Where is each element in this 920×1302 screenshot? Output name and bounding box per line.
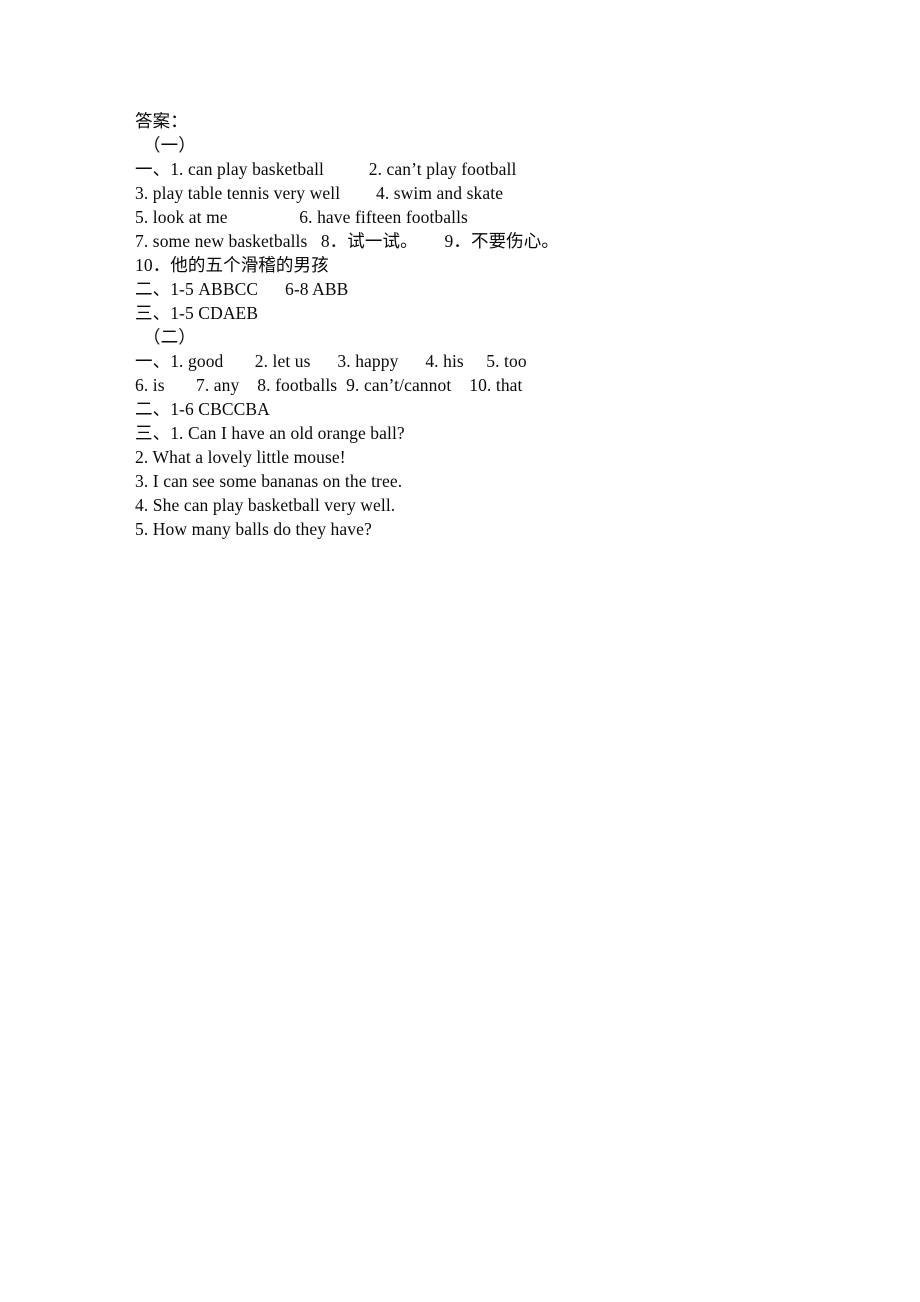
- page-blank-area: [135, 541, 835, 1291]
- section-heading-one: （一）: [143, 135, 196, 155]
- answer-line: 10．他的五个滑稽的男孩: [135, 255, 329, 275]
- answer-line: 3. play table tennis very well 4. swim a…: [135, 183, 504, 203]
- answer-line: 二、1-6 CBCCBA: [135, 399, 270, 419]
- document-page: 答案： （一） 一、1. can play basketball 2. can’…: [0, 0, 920, 1302]
- section-heading-two: （二）: [143, 327, 196, 347]
- answer-line: 三、1. Can I have an old orange ball?: [135, 423, 405, 443]
- answer-line: 5. look at me 6. have fifteen footballs: [135, 207, 468, 227]
- answer-line: 6. is 7. any 8. footballs 9. can’t/canno…: [135, 375, 523, 395]
- answer-line: 三、1-5 CDAEB: [135, 303, 259, 323]
- answer-line: 二、1-5 ABBCC 6-8 ABB: [135, 279, 349, 299]
- answer-line: 7. some new basketballs 8．试一试。 9．不要伤心。: [135, 231, 559, 251]
- answer-line: 一、1. can play basketball 2. can’t play f…: [135, 159, 517, 179]
- answer-line: 4. She can play basketball very well.: [135, 495, 396, 515]
- answer-line: 3. I can see some bananas on the tree.: [135, 471, 403, 491]
- answer-line: 2. What a lovely little mouse!: [135, 447, 346, 467]
- answer-line: 5. How many balls do they have?: [135, 519, 372, 539]
- page-title: 答案：: [135, 111, 188, 131]
- answer-key-body: 答案： （一） 一、1. can play basketball 2. can’…: [135, 109, 835, 1291]
- answer-line: 一、1. good 2. let us 3. happy 4. his 5. t…: [135, 351, 527, 371]
